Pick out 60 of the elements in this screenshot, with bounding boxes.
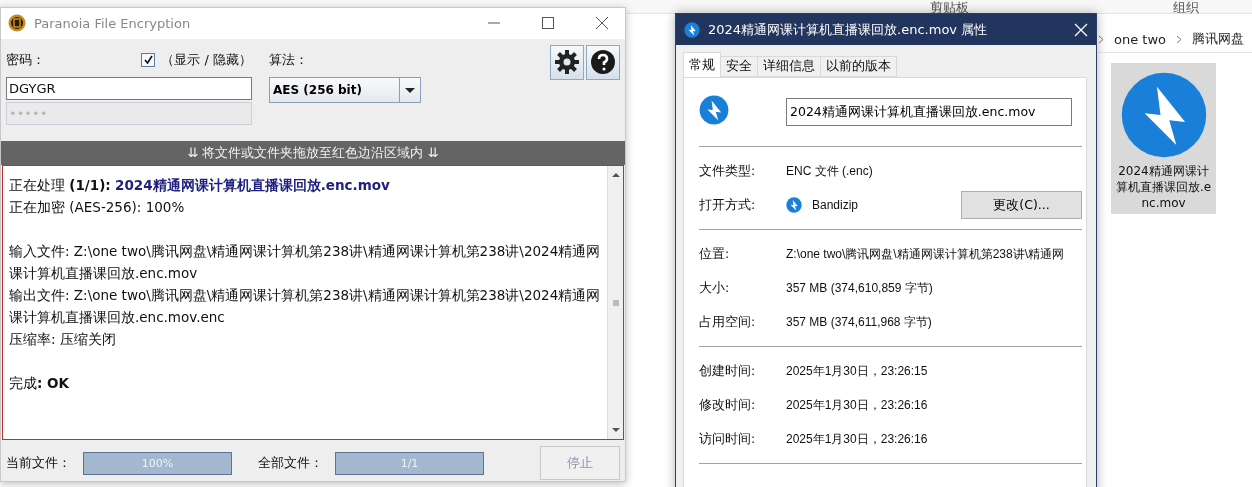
property-label: 占用空间: xyxy=(699,313,757,331)
tab[interactable]: 以前的版本 xyxy=(820,56,897,77)
progress-reading: 100% xyxy=(140,455,175,472)
bolt-icon xyxy=(684,21,700,38)
tab[interactable]: 安全 xyxy=(720,56,758,77)
ribbon-group-label: 组织 xyxy=(1173,0,1199,17)
property-value: 2025年1月30日，23:26:15 xyxy=(786,362,928,380)
settings-button[interactable] xyxy=(550,44,584,80)
property-value: 357 MB (374,610,859 字节) xyxy=(786,279,933,297)
algorithm-dropdown[interactable]: AES (256 bit) xyxy=(269,76,421,103)
window-title: Paranoia File Encryption xyxy=(34,15,192,31)
app-logo-icon xyxy=(8,14,26,33)
property-value: Z:\one two\腾讯网盘\精通网课计算机第238讲\精通网 xyxy=(786,245,1065,263)
property-label: 打开方式: xyxy=(699,196,757,214)
scrollbar[interactable] xyxy=(607,165,623,440)
show-label: （显示 / 隐藏） xyxy=(161,50,252,69)
settings-icon xyxy=(554,49,580,76)
log-line: 完成: OK xyxy=(9,373,71,393)
help-icon xyxy=(590,49,616,76)
tab[interactable]: 详细信息 xyxy=(757,56,821,77)
filename-field[interactable]: 2024精通网课计算机直播课回放.enc.mov xyxy=(786,98,1072,126)
log-line: 压缩率: 压缩关闭 xyxy=(9,329,117,349)
property-value: 2025年1月30日，23:26:16 xyxy=(786,396,928,414)
property-value: Bandizip xyxy=(812,198,859,212)
algorithm-label: 算法： xyxy=(269,50,308,69)
drop-area[interactable] xyxy=(2,164,624,441)
property-label: 创建时间: xyxy=(699,362,757,380)
tab[interactable]: 常规 xyxy=(683,52,721,77)
log-line: 正在处理 (1/1): 2024精通网课计算机直播课回放.enc.mov xyxy=(9,175,391,195)
chevron-icon xyxy=(1176,34,1182,44)
show-checkbox[interactable] xyxy=(141,52,156,67)
password-label: 密码： xyxy=(6,50,45,69)
property-label: 位置: xyxy=(699,245,731,263)
drop-hint-bar: ⇊ 将文件或文件夹拖放至红色边沿区域内 ⇊ xyxy=(1,140,625,165)
change-button[interactable]: 更改(C)... xyxy=(961,191,1082,219)
property-label: 文件类型: xyxy=(699,162,757,180)
file-name: 2024精通网课计算机直播课回放.enc.mov xyxy=(1115,163,1212,211)
chevron-icon xyxy=(1098,34,1104,44)
property-value: 2025年1月30日，23:26:16 xyxy=(786,430,928,448)
progress-label: 当前文件： xyxy=(6,454,71,473)
log-line: 正在加密 (AES-256): 100% xyxy=(9,197,186,217)
dialog-title: 2024精通网课计算机直播课回放.enc.mov 属性 xyxy=(708,20,989,39)
breadcrumb-item[interactable]: 腾讯网盘 xyxy=(1192,30,1244,48)
property-label: 访问时间: xyxy=(699,430,757,448)
password-field[interactable]: DGYGR xyxy=(6,76,252,100)
grip-icon[interactable] xyxy=(610,297,621,308)
property-value: 357 MB (374,611,968 字节) xyxy=(786,313,932,331)
file-tile[interactable]: 2024精通网课计算机直播课回放.enc.mov xyxy=(1111,63,1216,214)
bolt-icon xyxy=(1119,71,1208,159)
help-button[interactable] xyxy=(586,44,620,80)
property-label: 大小: xyxy=(699,279,731,297)
log-line: 输入文件: Z:\one two\腾讯网盘\精通网课计算机第238讲\精通网课计算机第238讲\2024精通网课计算机直播课回放.enc.mov xyxy=(9,241,601,283)
property-value: ENC 文件 (.enc) xyxy=(786,162,873,180)
property-label: 修改时间: xyxy=(699,396,757,414)
close-icon[interactable] xyxy=(1074,22,1088,37)
progress-reading: 1/1 xyxy=(399,455,420,472)
bolt-icon xyxy=(699,95,729,125)
progress-label: 全部文件： xyxy=(258,454,323,473)
log-line: 输出文件: Z:\one two\腾讯网盘\精通网课计算机第238讲\精通网课计算机第238讲\2024精通网课计算机直播课回放.enc.mov.enc xyxy=(9,285,601,327)
breadcrumb-item[interactable]: one two xyxy=(1114,31,1166,47)
